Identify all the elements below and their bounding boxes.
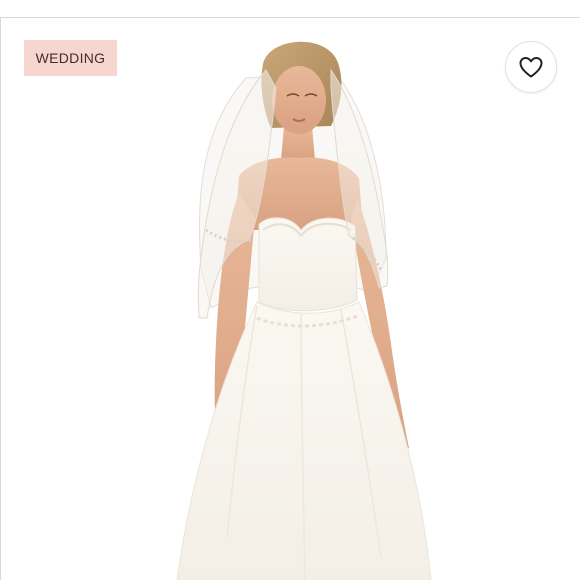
category-tag-label: WEDDING <box>35 50 106 66</box>
heart-outline-icon <box>519 57 543 78</box>
listing-card: WEDDING <box>0 0 580 580</box>
category-tag[interactable]: WEDDING <box>24 40 117 76</box>
like-button[interactable] <box>505 41 557 93</box>
bodice <box>258 217 358 312</box>
top-divider <box>0 0 580 18</box>
face <box>272 66 326 134</box>
model-illustration <box>176 41 432 580</box>
listing-photo[interactable] <box>1 18 580 580</box>
